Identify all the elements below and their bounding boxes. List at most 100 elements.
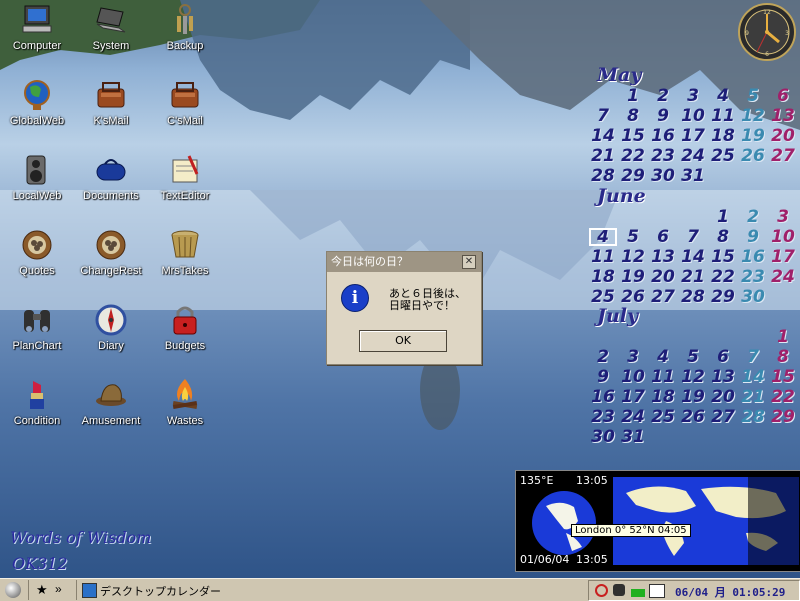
calendar-day[interactable]: 14 [588,126,618,146]
desktop-icon-diary[interactable]: Diary [74,302,148,352]
calendar-day[interactable]: 18 [708,126,738,146]
desktop-icon-wastes[interactable]: Wastes [148,377,222,427]
calendar-day[interactable]: 8 [768,347,798,367]
calendar-day[interactable]: 26 [738,146,768,166]
calendar-day[interactable]: 2 [588,347,618,367]
calendar-day[interactable]: 11 [588,247,618,267]
calendar-day[interactable]: 3 [678,86,708,106]
more-icon[interactable]: » [55,582,62,596]
desktop-icon-globalweb[interactable]: GlobalWeb [0,77,74,127]
calendar-day[interactable]: 27 [708,407,738,427]
calendar-day[interactable]: 28 [588,166,618,186]
calendar-day[interactable]: 9 [588,367,618,387]
calendar-day[interactable]: 12 [738,106,768,126]
calendar-day[interactable]: 21 [678,267,708,287]
calendar-day[interactable]: 15 [708,247,738,267]
calendar-day[interactable]: 3 [768,207,798,227]
desktop-icon-system[interactable]: System [74,2,148,52]
calendar-day[interactable]: 11 [648,367,678,387]
binoculars-tray-icon[interactable] [613,584,625,596]
desktop-icon-planchart[interactable]: PlanChart [0,302,74,352]
calendar-day[interactable]: 7 [738,347,768,367]
calendar-day[interactable]: 3 [618,347,648,367]
desktop-icon-mrstakes[interactable]: MrsTakes [148,227,222,277]
calendar-day[interactable]: 2 [738,207,768,227]
calendar-day[interactable]: 20 [768,126,798,146]
desktop-icon-texteditor[interactable]: TextEditor [148,152,222,202]
calendar-day[interactable]: 28 [678,287,708,307]
analog-clock-widget[interactable]: 12369 [737,2,797,62]
calendar-day[interactable]: 30 [588,427,618,447]
ok-button[interactable]: OK [359,330,447,352]
calendar-day[interactable]: 10 [768,227,798,247]
calendar-day[interactable]: 7 [588,106,618,126]
desktop-icon-amusement[interactable]: Amusement [74,377,148,427]
calendar-day[interactable]: 22 [618,146,648,166]
calendar-day[interactable]: 27 [768,146,798,166]
calendar-day[interactable]: 26 [678,407,708,427]
calendar-day[interactable]: 24 [768,267,798,287]
calendar-day[interactable]: 9 [648,106,678,126]
calendar-day[interactable]: 25 [648,407,678,427]
calendar-day[interactable]: 17 [768,247,798,267]
calendar-day[interactable]: 17 [678,126,708,146]
calendar-day[interactable]: 1 [708,207,738,227]
calendar-day[interactable]: 23 [738,267,768,287]
taskbar-task-desktop-calendar[interactable]: デスクトップカレンダー [80,580,280,599]
calendar-day[interactable]: 23 [648,146,678,166]
calendar-day[interactable]: 30 [738,287,768,307]
calendar-day[interactable]: 18 [588,267,618,287]
calendar-day[interactable]: 27 [648,287,678,307]
calendar-day[interactable]: 17 [618,387,648,407]
calendar-day[interactable]: 11 [708,106,738,126]
envelope-tray-icon[interactable] [649,584,665,598]
calendar-day[interactable]: 13 [708,367,738,387]
desktop-icon-c-smail[interactable]: C'sMail [148,77,222,127]
calendar-day[interactable]: 14 [738,367,768,387]
calendar-day[interactable]: 21 [588,146,618,166]
calendar-day[interactable]: 1 [768,327,798,347]
calendar-day[interactable]: 15 [768,367,798,387]
calendar-day[interactable]: 18 [648,387,678,407]
desktop-icon-condition[interactable]: Condition [0,377,74,427]
calendar-day[interactable]: 28 [738,407,768,427]
calendar-day[interactable]: 23 [588,407,618,427]
dialog-titlebar[interactable]: 今日は何の日？ ✕ [327,252,481,272]
world-clock-widget[interactable]: 135°E 13:05 01/06/04 13:05 London 0° 52°… [515,470,800,572]
calendar-day[interactable]: 12 [678,367,708,387]
desktop-icon-computer[interactable]: Computer [0,2,74,52]
calendar-day[interactable]: 6 [768,86,798,106]
calendar-day[interactable]: 10 [678,106,708,126]
calendar-day[interactable]: 20 [708,387,738,407]
calendar-day[interactable]: 16 [738,247,768,267]
calendar-day[interactable]: 25 [708,146,738,166]
calendar-day[interactable]: 4 [708,86,738,106]
start-button-icon[interactable] [5,582,21,598]
calendar-day[interactable]: 5 [618,227,648,247]
calendar-day[interactable]: 4 [588,227,618,247]
calendar-day[interactable]: 22 [708,267,738,287]
calendar-day[interactable]: 7 [678,227,708,247]
calendar-day[interactable]: 19 [618,267,648,287]
calendar-day[interactable]: 15 [618,126,648,146]
desktop-icon-backup[interactable]: Backup [148,2,222,52]
calendar-day[interactable]: 20 [648,267,678,287]
calendar-day[interactable]: 5 [738,86,768,106]
calendar-day[interactable]: 29 [618,166,648,186]
no-entry-icon[interactable] [595,584,608,597]
calendar-day[interactable]: 1 [618,86,648,106]
calendar-day[interactable]: 13 [768,106,798,126]
calendar-day[interactable]: 2 [648,86,678,106]
calendar-day[interactable]: 14 [678,247,708,267]
desktop-icon-changerest[interactable]: ChangeRest [74,227,148,277]
desktop-icon-documents[interactable]: Documents [74,152,148,202]
calendar-day[interactable]: 16 [588,387,618,407]
calendar-day[interactable]: 24 [678,146,708,166]
calendar-day[interactable]: 26 [618,287,648,307]
calendar-day[interactable]: 8 [708,227,738,247]
calendar-day[interactable]: 12 [618,247,648,267]
calendar-day[interactable]: 8 [618,106,648,126]
calendar-day[interactable]: 9 [738,227,768,247]
calendar-day[interactable]: 29 [768,407,798,427]
calendar-day[interactable]: 25 [588,287,618,307]
